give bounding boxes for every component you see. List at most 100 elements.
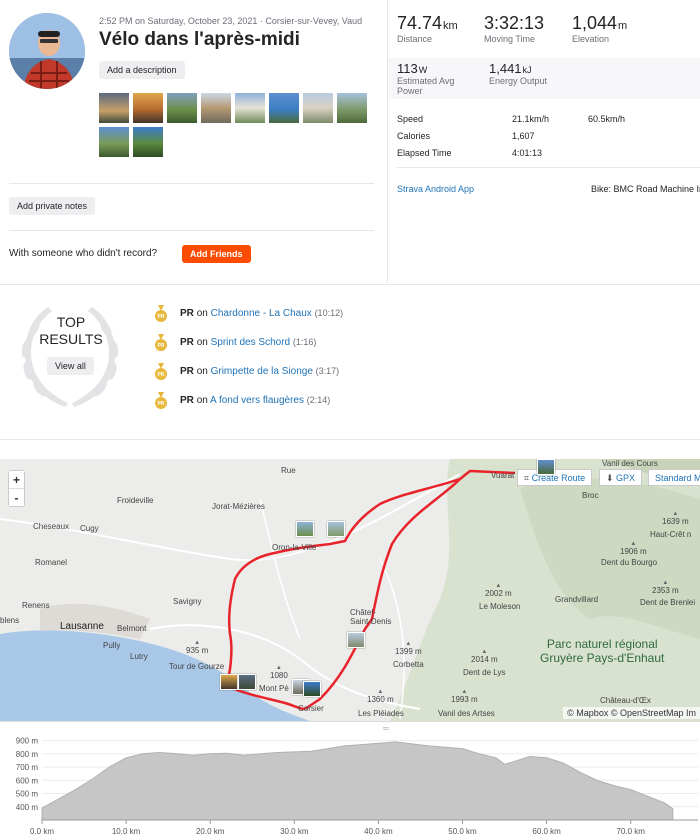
divider bbox=[9, 183, 374, 184]
map-label: Dent du Bourgo bbox=[601, 558, 658, 567]
photo-thumbnail[interactable] bbox=[99, 127, 129, 157]
photo-thumbnail[interactable] bbox=[133, 127, 163, 157]
map-photo-marker[interactable] bbox=[537, 459, 555, 475]
segment-time: (1:16) bbox=[292, 337, 317, 347]
map-photo-marker[interactable] bbox=[327, 521, 345, 537]
map-label: Vuarat bbox=[491, 471, 515, 480]
map-label: 2353 m bbox=[652, 580, 679, 595]
map-label: Lausanne bbox=[60, 621, 104, 632]
segment-link[interactable]: Grimpette de la Sionge bbox=[211, 366, 313, 377]
pr-medal-icon: PR bbox=[155, 305, 167, 322]
photo-thumbnail[interactable] bbox=[337, 93, 367, 123]
map-label: Grandvillard bbox=[555, 595, 599, 604]
speed-avg: 21.1km/h bbox=[512, 114, 550, 124]
map-label: 1993 m bbox=[451, 689, 478, 704]
photo-thumbnail[interactable] bbox=[167, 93, 197, 123]
stat-distance: 74.74km Distance bbox=[397, 13, 458, 44]
elevation-label: Elevation bbox=[572, 34, 610, 44]
map-label: Tour de Gourze bbox=[169, 662, 225, 671]
x-tick-label: 30.0 km bbox=[280, 827, 309, 836]
map-label: Corsier bbox=[298, 704, 324, 713]
secondary-stats: Speed 21.1km/h 60.5km/h Calories 1,607 E… bbox=[397, 114, 697, 165]
map-photo-marker[interactable] bbox=[238, 674, 256, 690]
gpx-button[interactable]: ⬇ GPX bbox=[599, 469, 643, 486]
power-unit: W bbox=[418, 65, 428, 75]
map-style-button[interactable]: Standard M bbox=[648, 469, 700, 486]
map-label: Dent de Brenlei bbox=[640, 598, 696, 607]
secondary-row-calories: Calories 1,607 bbox=[397, 131, 697, 148]
map-label: 2014 m bbox=[471, 649, 498, 664]
divider bbox=[397, 167, 700, 168]
map-photo-marker[interactable] bbox=[303, 681, 321, 697]
stat-elevation: 1,044m Elevation bbox=[572, 13, 627, 44]
download-icon: ⬇ bbox=[606, 473, 617, 483]
activity-meta: 2:52 PM on Saturday, October 23, 2021 · … bbox=[99, 16, 363, 26]
stat-energy: 1,441kJ Energy Output bbox=[489, 61, 547, 86]
map-label: Lutry bbox=[130, 652, 148, 661]
map-label: 1906 m bbox=[620, 541, 647, 556]
map-label: 1360 m bbox=[367, 689, 394, 704]
photo-thumbnail[interactable] bbox=[133, 93, 163, 123]
map-label: Oron-la-Ville bbox=[272, 543, 317, 552]
x-tick-label: 20.0 km bbox=[196, 827, 225, 836]
zoom-in-button[interactable]: + bbox=[9, 471, 24, 488]
energy-value: 1,441 bbox=[489, 61, 522, 76]
map-photo-marker[interactable] bbox=[220, 674, 238, 690]
zoom-out-button[interactable]: - bbox=[9, 489, 24, 506]
elapsed-value: 4:01:13 bbox=[512, 148, 543, 158]
map-attribution[interactable]: © Mapbox © OpenStreetMap Im bbox=[563, 707, 700, 719]
photo-thumbnail[interactable] bbox=[269, 93, 299, 123]
add-friends-button[interactable]: Add Friends bbox=[182, 245, 251, 263]
avatar[interactable] bbox=[9, 13, 85, 89]
map-photo-marker[interactable] bbox=[296, 521, 314, 537]
device-link[interactable]: Strava Android App bbox=[397, 184, 474, 194]
x-tick-label: 60.0 km bbox=[532, 827, 561, 836]
route-icon: ⌗ bbox=[524, 473, 532, 483]
distance-label: Distance bbox=[397, 34, 433, 44]
svg-text:PR: PR bbox=[158, 401, 165, 407]
segment-time: (2:14) bbox=[306, 395, 331, 405]
map-label: Broc bbox=[582, 491, 599, 500]
calories-label: Calories bbox=[397, 131, 431, 141]
map-label: Cheseaux bbox=[33, 522, 70, 531]
stat-moving-time: 3:32:13 Moving Time bbox=[484, 13, 544, 44]
pr-label: PR bbox=[180, 366, 194, 377]
bike-info: Bike: BMC Road Machine Ir bbox=[591, 184, 700, 194]
divider bbox=[9, 230, 374, 231]
elevation-profile[interactable]: ═ 900 m 800 m 700 m 600 m 500 m 400 m 0.0 km 10… bbox=[0, 721, 700, 839]
photo-thumbnail[interactable] bbox=[201, 93, 231, 123]
route-map[interactable]: + - ⌗ Create Route ⬇ GPX Standard M Rue … bbox=[0, 459, 700, 721]
segment-link[interactable]: A fond vers flaugères bbox=[210, 395, 304, 406]
add-description-button[interactable]: Add a description bbox=[99, 61, 185, 79]
elevation-unit: m bbox=[618, 20, 628, 32]
secondary-row-speed: Speed 21.1km/h 60.5km/h bbox=[397, 114, 697, 131]
laurel-wreath-icon bbox=[21, 307, 119, 407]
map-label: Vanil des Artses bbox=[438, 709, 495, 718]
x-tick-label: 40.0 km bbox=[364, 827, 393, 836]
pr-label: PR bbox=[180, 337, 194, 348]
elevation-value: 1,044 bbox=[572, 13, 618, 33]
segment-link[interactable]: Sprint des Schord bbox=[211, 337, 291, 348]
y-tick-label: 500 m bbox=[16, 790, 39, 799]
photo-thumbnail[interactable] bbox=[303, 93, 333, 123]
photo-thumbnail[interactable] bbox=[99, 93, 129, 123]
map-label: Vanil des Cours bbox=[602, 459, 658, 468]
y-tick-label: 900 m bbox=[16, 737, 39, 746]
photo-thumbnail[interactable] bbox=[235, 93, 265, 123]
on-label: on bbox=[196, 337, 208, 348]
segment-link[interactable]: Chardonne - La Chaux bbox=[211, 308, 312, 319]
speed-label: Speed bbox=[397, 114, 424, 124]
x-tick-label: 0.0 km bbox=[30, 827, 54, 836]
view-all-button[interactable]: View all bbox=[47, 357, 94, 375]
top-results-title: Top Results bbox=[39, 314, 103, 347]
map-label: Château-d'Œx bbox=[600, 696, 651, 705]
map-photo-marker[interactable] bbox=[347, 632, 365, 648]
on-label: on bbox=[196, 366, 208, 377]
map-label: Romanel bbox=[35, 558, 68, 567]
top-results-section: Top Results View all PR PR on Chardonne … bbox=[0, 284, 700, 440]
segment-time: (3:17) bbox=[315, 366, 340, 376]
distance-value: 74.74 bbox=[397, 13, 443, 33]
pr-label: PR bbox=[180, 395, 194, 406]
add-private-notes-button[interactable]: Add private notes bbox=[9, 197, 96, 215]
map-label: 2002 m bbox=[485, 583, 512, 598]
